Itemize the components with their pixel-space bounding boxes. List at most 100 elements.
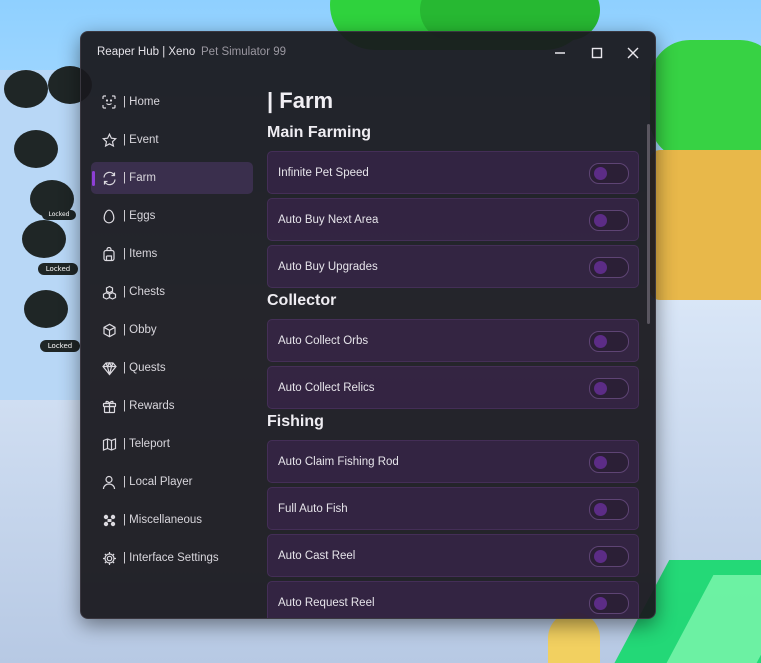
sidebar-item-teleport[interactable]: | Teleport: [91, 428, 253, 460]
sidebar-item-label: | Farm: [123, 172, 157, 184]
gift-icon: [101, 398, 117, 414]
toggle-label: Auto Collect Relics: [278, 381, 375, 394]
hub-window: Reaper Hub | Xeno Pet Simulator 99 | Hom…: [80, 31, 656, 619]
locked-pet: [24, 290, 68, 328]
toggle-row[interactable]: Auto Collect Orbs: [267, 319, 639, 362]
sidebar-item-home[interactable]: | Home: [91, 86, 253, 118]
sidebar-item-label: | Teleport: [123, 438, 170, 450]
maximize-button[interactable]: [586, 42, 608, 64]
sidebar-item-chests[interactable]: | Chests: [91, 276, 253, 308]
map-icon: [101, 436, 117, 452]
toggle-row[interactable]: Auto Claim Fishing Rod: [267, 440, 639, 483]
puzzle-icon: [101, 512, 117, 528]
toggle-label: Auto Request Reel: [278, 596, 375, 609]
refresh-icon: [101, 170, 117, 186]
maximize-icon: [591, 47, 603, 59]
toggle-row[interactable]: Full Auto Fish: [267, 487, 639, 530]
title-bar[interactable]: Reaper Hub | Xeno Pet Simulator 99: [81, 32, 655, 74]
locked-pet: [4, 70, 48, 108]
locked-pet: [14, 130, 58, 168]
toggle-row[interactable]: Auto Cast Reel: [267, 534, 639, 577]
locked-badge: Locked: [38, 263, 78, 275]
toggle-label: Auto Claim Fishing Rod: [278, 455, 399, 468]
boxes-icon: [101, 284, 117, 300]
sidebar-item-miscellaneous[interactable]: | Miscellaneous: [91, 504, 253, 536]
toggle-knob: [594, 456, 607, 469]
toggle-switch[interactable]: [589, 257, 629, 278]
content-scrollbar[interactable]: [647, 124, 650, 324]
toggle-row[interactable]: Auto Collect Relics: [267, 366, 639, 409]
sidebar-item-label: | Rewards: [123, 400, 175, 412]
sidebar-item-eggs[interactable]: | Eggs: [91, 200, 253, 232]
cube-icon: [101, 322, 117, 338]
sidebar-item-label: | Obby: [123, 324, 157, 336]
toggle-list: Main Farming Infinite Pet Speed Auto Buy…: [267, 122, 639, 618]
toggle-switch[interactable]: [589, 331, 629, 352]
section-title-main-farming: Main Farming: [267, 124, 372, 141]
sidebar-item-event[interactable]: | Event: [91, 124, 253, 156]
star-icon: [101, 132, 117, 148]
toggle-switch[interactable]: [589, 546, 629, 567]
toggle-knob: [594, 335, 607, 348]
sidebar-item-rewards[interactable]: | Rewards: [91, 390, 253, 422]
toggle-knob: [594, 167, 607, 180]
window-subtitle: Pet Simulator 99: [201, 46, 287, 58]
minimize-icon: [555, 52, 565, 54]
tree-trunk: [650, 150, 761, 300]
toggle-knob: [594, 214, 607, 227]
toggle-knob: [594, 503, 607, 516]
sidebar-item-label: | Miscellaneous: [123, 514, 203, 526]
sidebar-item-obby[interactable]: | Obby: [91, 314, 253, 346]
sidebar-item-label: | Chests: [123, 286, 165, 298]
sidebar-item-label: | Event: [123, 134, 159, 146]
toggle-label: Auto Buy Next Area: [278, 213, 379, 226]
locked-pet: [22, 220, 66, 258]
toggle-row[interactable]: Auto Request Reel: [267, 581, 639, 618]
toggle-switch[interactable]: [589, 452, 629, 473]
sidebar-item-local-player[interactable]: | Local Player: [91, 466, 253, 498]
section-title-collector: Collector: [267, 292, 337, 309]
close-icon: [627, 47, 639, 59]
toggle-row[interactable]: Infinite Pet Speed: [267, 151, 639, 194]
backpack-icon: [101, 246, 117, 262]
toggle-knob: [594, 597, 607, 610]
toggle-row[interactable]: Auto Buy Next Area: [267, 198, 639, 241]
locked-badge: Locked: [40, 340, 80, 352]
toggle-label: Auto Cast Reel: [278, 549, 356, 562]
toggle-row[interactable]: Auto Buy Upgrades: [267, 245, 639, 288]
user-icon: [101, 474, 117, 490]
sidebar-item-label: | Items: [123, 248, 158, 260]
section-title-fishing: Fishing: [267, 413, 324, 430]
sidebar-item-label: | Eggs: [123, 210, 156, 222]
page-title: | Farm: [267, 88, 334, 113]
toggle-switch[interactable]: [589, 593, 629, 614]
sidebar-item-items[interactable]: | Items: [91, 238, 253, 270]
toggle-knob: [594, 550, 607, 563]
toggle-knob: [594, 382, 607, 395]
sidebar-item-label: | Local Player: [123, 476, 193, 488]
window-title: Reaper Hub | Xeno: [97, 46, 196, 58]
close-button[interactable]: [622, 42, 644, 64]
sidebar-item-quests[interactable]: | Quests: [91, 352, 253, 384]
sidebar-item-label: | Interface Settings: [123, 552, 219, 564]
sidebar-item-interface-settings[interactable]: | Interface Settings: [91, 542, 253, 574]
toggle-switch[interactable]: [589, 378, 629, 399]
minimize-button[interactable]: [549, 42, 571, 64]
toggle-knob: [594, 261, 607, 274]
settings-cog-icon: [101, 550, 117, 566]
toggle-switch[interactable]: [589, 210, 629, 231]
locked-badge: Locked: [42, 210, 76, 220]
toggle-label: Infinite Pet Speed: [278, 166, 369, 179]
toggle-label: Full Auto Fish: [278, 502, 348, 515]
sidebar: | Home | Event | Farm | Eggs | Items | C…: [91, 86, 253, 580]
scan-face-icon: [101, 94, 117, 110]
toggle-label: Auto Collect Orbs: [278, 334, 369, 347]
sidebar-item-farm[interactable]: | Farm: [91, 162, 253, 194]
tree-foliage: [650, 40, 761, 160]
toggle-switch[interactable]: [589, 163, 629, 184]
sidebar-item-label: | Home: [123, 96, 160, 108]
toggle-label: Auto Buy Upgrades: [278, 260, 378, 273]
sidebar-item-label: | Quests: [123, 362, 166, 374]
egg-icon: [101, 208, 117, 224]
toggle-switch[interactable]: [589, 499, 629, 520]
